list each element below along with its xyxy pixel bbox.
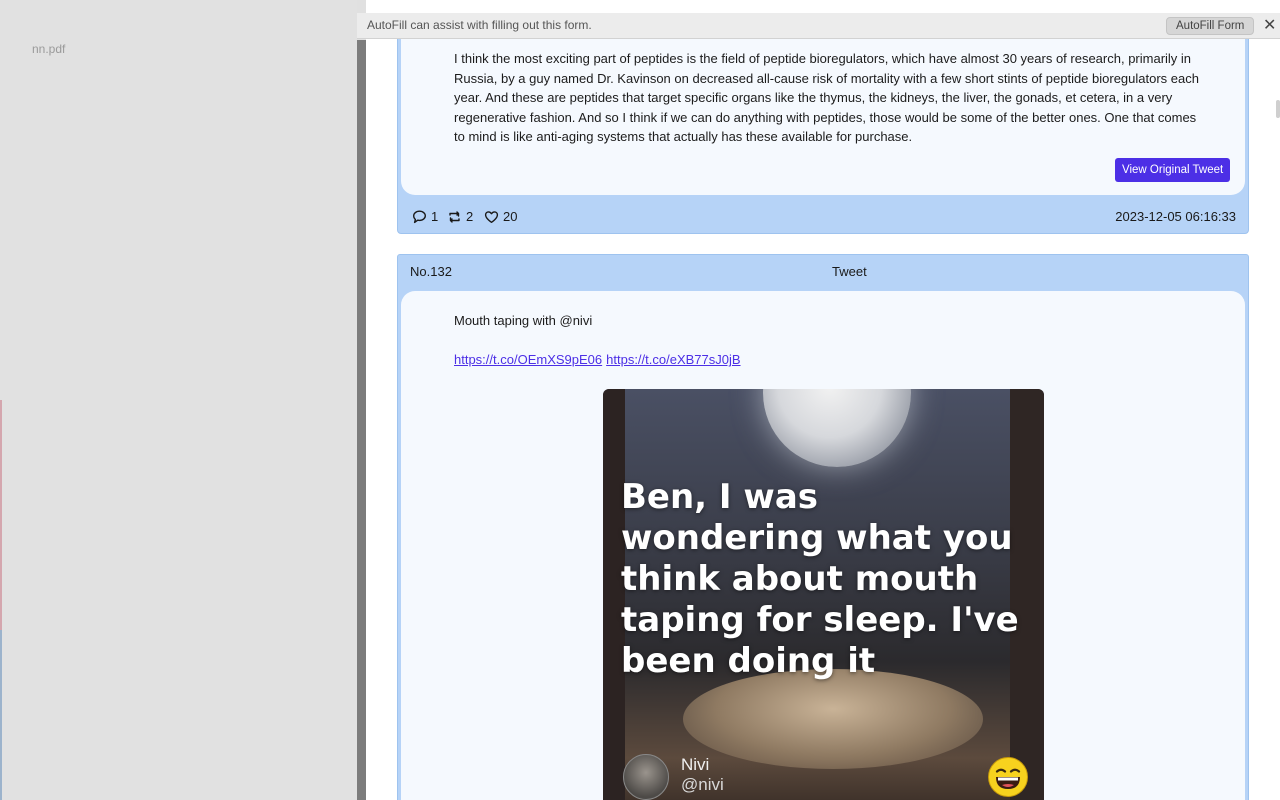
tweet-body: I think the most exciting part of peptid… [401, 21, 1245, 195]
tweet-text: I think the most exciting part of peptid… [454, 51, 1199, 144]
pane-divider[interactable] [357, 40, 366, 800]
likes-stat[interactable]: 20 [484, 209, 517, 224]
tweet-number: No.132 [410, 264, 452, 279]
autofill-bar: AutoFill can assist with filling out thi… [357, 13, 1280, 39]
tweet-stats: 1 2 20 2023-12-05 06:16:33 [398, 199, 1248, 233]
window-edge-strip [0, 630, 2, 800]
tweet-type-label: Tweet [832, 264, 867, 279]
retweets-stat[interactable]: 2 [447, 209, 473, 224]
sidebar-file-name[interactable]: nn.pdf [32, 42, 65, 56]
tweet-timestamp: 2023-12-05 06:16:33 [1115, 209, 1236, 224]
moon-graphic [763, 389, 911, 467]
media-author-handle: @nivi [681, 775, 724, 794]
tweet-body: Mouth taping with @nivi https://t.co/OEm… [401, 291, 1245, 800]
media-author-name: Nivi [681, 755, 710, 774]
close-icon[interactable]: ✕ [1263, 15, 1276, 35]
autofill-form-button[interactable]: AutoFill Form [1166, 17, 1255, 35]
replies-stat[interactable]: 1 [412, 209, 438, 224]
heart-icon [484, 210, 499, 224]
tweet-link[interactable]: https://t.co/eXB77sJ0jB [606, 352, 740, 367]
avatar [623, 754, 669, 800]
tweet-link[interactable]: https://t.co/OEmXS9pE06 [454, 352, 602, 367]
speech-bubble-icon [412, 210, 427, 224]
tweet-links: https://t.co/OEmXS9pE06 https://t.co/eXB7… [454, 352, 745, 367]
autofill-message: AutoFill can assist with filling out thi… [367, 18, 592, 32]
tweet-header: No.132 Tweet [398, 255, 1248, 287]
retweet-icon [447, 210, 462, 224]
main-content: I think the most exciting part of peptid… [366, 0, 1280, 800]
laughing-face-icon [987, 756, 1029, 800]
media-caption: Ben, I was wondering what you think abou… [621, 477, 1019, 681]
likes-count: 20 [503, 209, 518, 224]
retweets-count: 2 [466, 209, 474, 224]
view-original-tweet-button[interactable]: View Original Tweet [1115, 158, 1231, 182]
window-edge-strip [0, 400, 2, 630]
scrollbar-thumb[interactable] [1276, 100, 1280, 118]
replies-count: 1 [431, 209, 439, 224]
tweet-card: No.132 Tweet Mouth taping with @nivi htt… [397, 254, 1249, 800]
sidebar: nn.pdf [0, 0, 357, 800]
tweet-card: I think the most exciting part of peptid… [397, 20, 1249, 234]
tweet-text: Mouth taping with @nivi [454, 313, 593, 328]
tweet-media-image[interactable]: Ben, I was wondering what you think abou… [603, 389, 1044, 800]
bed-graphic [683, 669, 983, 769]
